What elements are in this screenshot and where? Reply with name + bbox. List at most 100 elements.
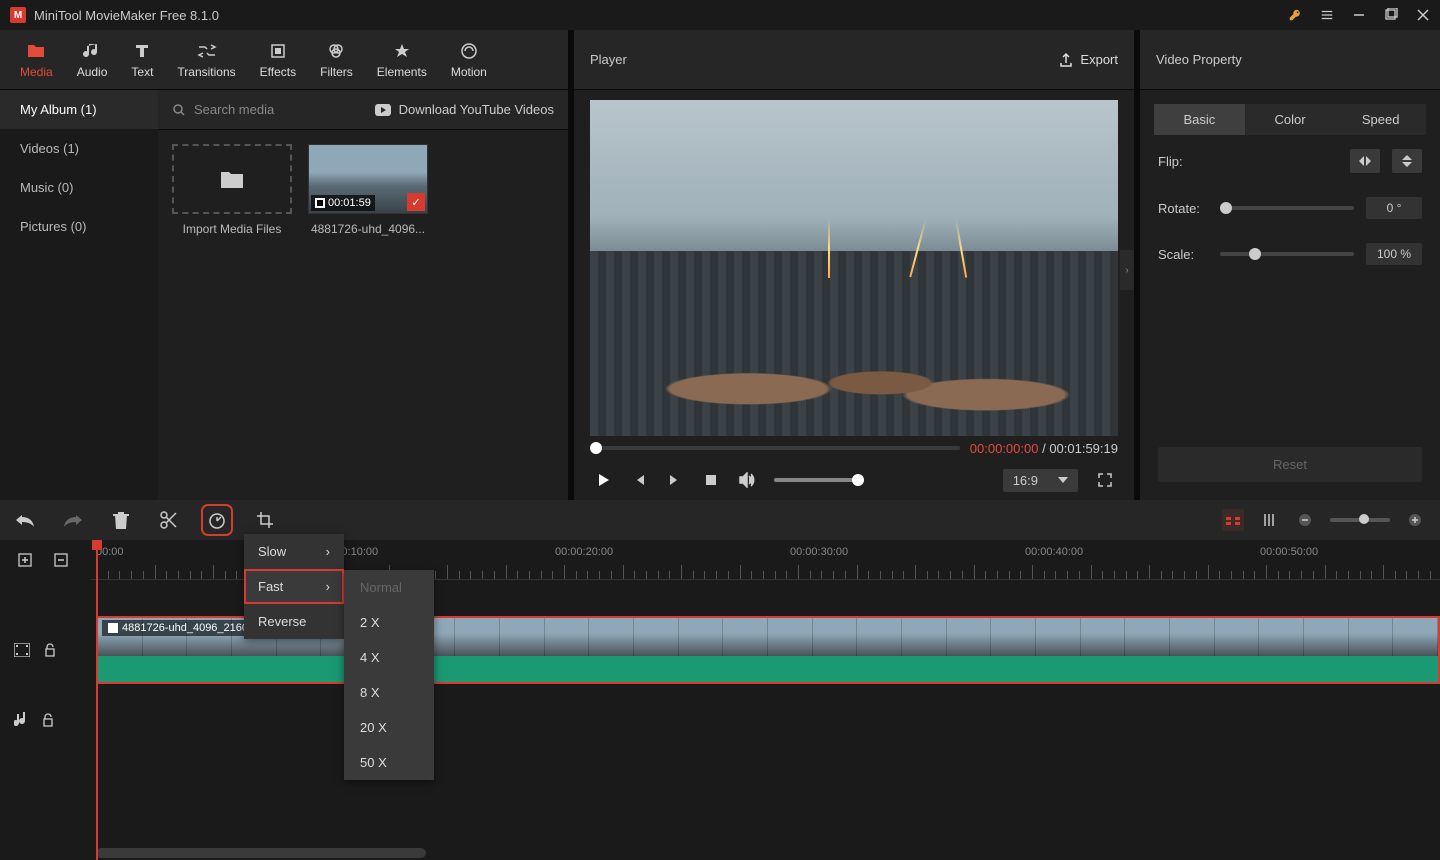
tab-filters[interactable]: Filters xyxy=(308,33,365,87)
minimize-icon[interactable] xyxy=(1352,8,1366,22)
crop-button[interactable] xyxy=(254,509,276,531)
tab-media[interactable]: Media xyxy=(8,33,65,87)
timeline-scrollbar[interactable] xyxy=(96,848,426,858)
tab-effects[interactable]: Effects xyxy=(248,33,308,87)
volume-icon[interactable] xyxy=(738,471,756,489)
prop-tab-color[interactable]: Color xyxy=(1245,104,1336,135)
maximize-icon[interactable] xyxy=(1384,8,1398,22)
clip-name: 4881726-uhd_4096... xyxy=(311,222,425,236)
fullscreen-button[interactable] xyxy=(1096,471,1114,489)
prop-tab-speed[interactable]: Speed xyxy=(1335,104,1426,135)
tab-elements[interactable]: Elements xyxy=(365,33,439,87)
media-clip-thumb[interactable]: 00:01:59 ✓ xyxy=(308,144,428,214)
flip-vertical-button[interactable] xyxy=(1392,149,1422,173)
properties-title: Video Property xyxy=(1156,52,1242,67)
scrubber[interactable] xyxy=(590,446,960,450)
speed-2x[interactable]: 2 X xyxy=(344,605,434,640)
titlebar: M MiniTool MovieMaker Free 8.1.0 xyxy=(0,0,1440,30)
scale-slider[interactable] xyxy=(1220,252,1354,256)
next-frame-button[interactable] xyxy=(666,471,684,489)
snap-button[interactable] xyxy=(1258,509,1280,531)
prop-tab-basic[interactable]: Basic xyxy=(1154,104,1245,135)
tab-motion[interactable]: Motion xyxy=(439,33,499,87)
film-icon xyxy=(315,198,325,208)
import-media-button[interactable] xyxy=(172,144,292,214)
sidebar-item-videos[interactable]: Videos (1) xyxy=(0,129,158,168)
chevron-down-icon xyxy=(1058,477,1068,483)
library-tabs: Media Audio Text Transitions Effects Fil… xyxy=(0,30,568,90)
speed-20x[interactable]: 20 X xyxy=(344,710,434,745)
speed-menu-fast[interactable]: Fast› xyxy=(244,569,344,604)
speed-menu: Slow› Fast› Reverse xyxy=(244,534,344,639)
clip-duration: 00:01:59 xyxy=(311,195,375,211)
rotate-value[interactable]: 0 ° xyxy=(1366,197,1422,219)
time-display: 00:00:00:00 / 00:01:59:19 xyxy=(970,441,1118,456)
delete-button[interactable] xyxy=(110,509,132,531)
speed-button[interactable] xyxy=(206,509,228,531)
youtube-icon xyxy=(375,104,391,116)
sidebar-item-myalbum[interactable]: My Album (1) xyxy=(0,90,158,129)
add-track-button[interactable] xyxy=(14,549,36,571)
tab-audio[interactable]: Audio xyxy=(65,33,120,87)
zoom-in-button[interactable] xyxy=(1404,509,1426,531)
export-button[interactable]: Export xyxy=(1058,52,1118,68)
audio-track[interactable] xyxy=(90,690,1440,750)
speed-8x[interactable]: 8 X xyxy=(344,675,434,710)
tab-text[interactable]: Text xyxy=(119,33,165,87)
redo-button[interactable] xyxy=(62,509,84,531)
magnetic-button[interactable] xyxy=(1222,509,1244,531)
video-track-lock[interactable] xyxy=(44,643,56,657)
menu-icon[interactable] xyxy=(1320,8,1334,22)
import-label: Import Media Files xyxy=(183,222,282,236)
audio-track-lock[interactable] xyxy=(42,713,54,727)
speed-menu-reverse[interactable]: Reverse xyxy=(244,604,344,639)
rotate-label: Rotate: xyxy=(1158,201,1208,216)
speed-50x[interactable]: 50 X xyxy=(344,745,434,780)
download-youtube-button[interactable]: Download YouTube Videos xyxy=(375,102,554,117)
scale-value[interactable]: 100 % xyxy=(1366,243,1422,265)
undo-button[interactable] xyxy=(14,509,36,531)
timeline: 00:00 00:00:10:00 00:00:20:00 00:00:30:0… xyxy=(0,500,1440,860)
stop-button[interactable] xyxy=(702,471,720,489)
text-icon xyxy=(132,41,152,61)
key-icon[interactable] xyxy=(1288,8,1302,22)
reset-button[interactable]: Reset xyxy=(1158,447,1422,482)
flip-horizontal-button[interactable] xyxy=(1350,149,1380,173)
video-preview[interactable] xyxy=(590,100,1118,436)
search-input[interactable]: Search media xyxy=(172,102,274,117)
flip-label: Flip: xyxy=(1158,154,1208,169)
chevron-right-icon: › xyxy=(326,544,330,559)
panel-expand-handle[interactable]: › xyxy=(1120,250,1134,290)
effects-icon xyxy=(268,41,288,61)
speed-submenu: Normal 2 X 4 X 8 X 20 X 50 X xyxy=(344,570,434,780)
zoom-slider[interactable] xyxy=(1330,518,1390,522)
split-button[interactable] xyxy=(158,509,180,531)
check-icon: ✓ xyxy=(407,193,425,211)
folder-icon xyxy=(219,168,245,190)
speed-normal: Normal xyxy=(344,570,434,605)
speed-menu-slow[interactable]: Slow› xyxy=(244,534,344,569)
rotate-slider[interactable] xyxy=(1220,206,1354,210)
playhead[interactable] xyxy=(96,540,98,860)
aspect-ratio-select[interactable]: 16:9 xyxy=(1003,469,1078,492)
film-icon xyxy=(108,623,118,633)
zoom-out-button[interactable] xyxy=(1294,509,1316,531)
sidebar-item-music[interactable]: Music (0) xyxy=(0,168,158,207)
prev-frame-button[interactable] xyxy=(630,471,648,489)
properties-panel: Video Property Basic Color Speed Flip: R… xyxy=(1140,30,1440,500)
app-title: MiniTool MovieMaker Free 8.1.0 xyxy=(34,8,219,23)
elements-icon xyxy=(392,41,412,61)
search-icon xyxy=(172,103,186,117)
player-title: Player xyxy=(590,52,627,67)
folder-icon xyxy=(26,41,46,61)
play-button[interactable] xyxy=(594,471,612,489)
volume-slider[interactable] xyxy=(774,478,864,482)
remove-track-button[interactable] xyxy=(50,549,72,571)
audio-track-icon xyxy=(14,712,28,728)
speed-4x[interactable]: 4 X xyxy=(344,640,434,675)
sidebar-item-pictures[interactable]: Pictures (0) xyxy=(0,207,158,246)
close-icon[interactable] xyxy=(1416,8,1430,22)
tab-transitions[interactable]: Transitions xyxy=(165,33,247,87)
music-icon xyxy=(82,41,102,61)
transition-icon xyxy=(197,41,217,61)
